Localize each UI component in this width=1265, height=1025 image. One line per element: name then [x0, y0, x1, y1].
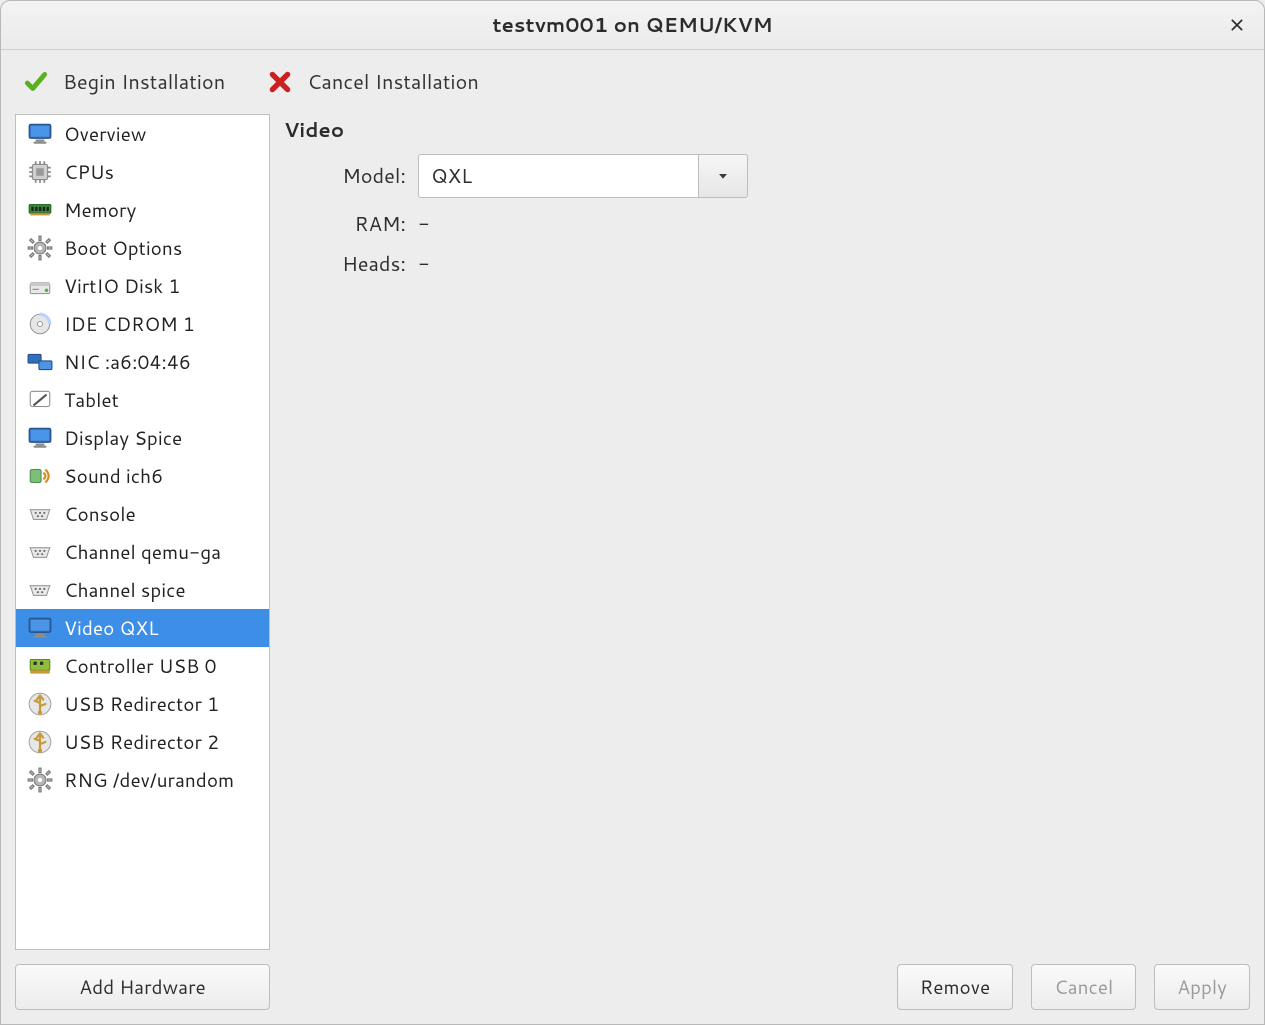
sidebar-item-label: NIC :a6:04:46: [64, 349, 191, 376]
sidebar-item-label: Video QXL: [64, 615, 159, 642]
monitor-icon: [26, 614, 54, 642]
details-footer: Remove Cancel Apply: [284, 950, 1250, 1010]
gear-icon: [26, 234, 54, 262]
sidebar-item-memory[interactable]: Memory: [16, 191, 269, 229]
sidebar-item-label: Channel spice: [64, 577, 186, 604]
serial-icon: [26, 500, 54, 528]
monitor-icon: [26, 424, 54, 452]
sidebar-item-label: Boot Options: [64, 235, 182, 262]
model-value: QXL: [418, 154, 698, 198]
sidebar-item-label: Overview: [64, 121, 146, 148]
disk-icon: [26, 272, 54, 300]
sidebar-item-label: Memory: [64, 197, 136, 224]
close-icon: [1229, 17, 1245, 33]
cdrom-icon: [26, 310, 54, 338]
video-form: Model: QXL RAM: - Heads: -: [308, 154, 1250, 278]
sidebar-item-channel-qemu-ga[interactable]: Channel qemu-ga: [16, 533, 269, 571]
gear-icon: [26, 766, 54, 794]
tablet-icon: [26, 386, 54, 414]
serial-icon: [26, 576, 54, 604]
sidebar-item-usb-redirector-2[interactable]: USB Redirector 2: [16, 723, 269, 761]
content: Overview CPUs Memory Boot Options VirtIO Dis…: [1, 114, 1264, 1024]
ram-label: RAM:: [308, 210, 418, 238]
add-hardware-button[interactable]: Add Hardware: [15, 964, 270, 1010]
remove-button[interactable]: Remove: [897, 964, 1013, 1010]
sidebar-item-display-spice[interactable]: Display Spice: [16, 419, 269, 457]
sidebar-item-boot-options[interactable]: Boot Options: [16, 229, 269, 267]
remove-label: Remove: [920, 974, 990, 1001]
apply-button[interactable]: Apply: [1154, 964, 1250, 1010]
ram-value: -: [418, 210, 748, 238]
install-toolbar: Begin Installation Cancel Installation: [1, 50, 1264, 114]
sound-icon: [26, 462, 54, 490]
sidebar-item-label: Sound ich6: [64, 463, 163, 490]
model-dropdown-button[interactable]: [698, 154, 748, 198]
sidebar-item-overview[interactable]: Overview: [16, 115, 269, 153]
hardware-list[interactable]: Overview CPUs Memory Boot Options VirtIO Dis…: [15, 114, 270, 950]
sidebar-item-rng-dev-urandom[interactable]: RNG /dev/urandom: [16, 761, 269, 799]
sidebar-item-virtio-disk-1[interactable]: VirtIO Disk 1: [16, 267, 269, 305]
sidebar-column: Overview CPUs Memory Boot Options VirtIO Dis…: [15, 114, 270, 1010]
sidebar-item-label: Display Spice: [64, 425, 182, 452]
sidebar-item-label: RNG /dev/urandom: [64, 767, 234, 794]
sidebar-item-label: Console: [64, 501, 136, 528]
sidebar-item-label: Tablet: [64, 387, 119, 414]
window-close-button[interactable]: [1224, 12, 1250, 38]
x-icon: [265, 67, 295, 97]
chevron-down-icon: [715, 168, 731, 184]
cancel-installation-button[interactable]: Cancel Installation: [265, 67, 479, 97]
add-hardware-label: Add Hardware: [79, 974, 206, 1001]
cancel-label: Cancel: [1054, 974, 1113, 1001]
sidebar-item-label: CPUs: [64, 159, 114, 186]
sidebar-item-ide-cdrom-1[interactable]: IDE CDROM 1: [16, 305, 269, 343]
section-title: Video: [284, 116, 1250, 144]
details-panel: Video Model: QXL RAM: - Heads: -: [284, 114, 1250, 1010]
controller-icon: [26, 652, 54, 680]
sidebar-item-video-qxl[interactable]: Video QXL: [16, 609, 269, 647]
sidebar-item-label: Controller USB 0: [64, 653, 217, 680]
memory-icon: [26, 196, 54, 224]
sidebar-item-label: Channel qemu-ga: [64, 539, 221, 566]
title-bar: testvm001 on QEMU/KVM: [1, 1, 1264, 50]
sidebar-item-channel-spice[interactable]: Channel spice: [16, 571, 269, 609]
sidebar-item-cpus[interactable]: CPUs: [16, 153, 269, 191]
sidebar-item-usb-redirector-1[interactable]: USB Redirector 1: [16, 685, 269, 723]
sidebar-item-label: IDE CDROM 1: [64, 311, 195, 338]
details-body: Video Model: QXL RAM: - Heads: -: [284, 114, 1250, 950]
usb-icon: [26, 728, 54, 756]
cpu-icon: [26, 158, 54, 186]
apply-label: Apply: [1177, 974, 1227, 1001]
sidebar-item-nic-a60446[interactable]: NIC :a6:04:46: [16, 343, 269, 381]
model-label: Model:: [308, 162, 418, 190]
model-combobox[interactable]: QXL: [418, 154, 748, 198]
heads-value: -: [418, 250, 748, 278]
sidebar-item-sound-ich6[interactable]: Sound ich6: [16, 457, 269, 495]
usb-icon: [26, 690, 54, 718]
window-title: testvm001 on QEMU/KVM: [492, 11, 772, 39]
sidebar-item-console[interactable]: Console: [16, 495, 269, 533]
sidebar-item-label: USB Redirector 2: [64, 729, 219, 756]
sidebar-item-label: USB Redirector 1: [64, 691, 219, 718]
monitor-icon: [26, 120, 54, 148]
vm-config-window: testvm001 on QEMU/KVM Begin Installation…: [0, 0, 1265, 1025]
sidebar-item-controller-usb-0[interactable]: Controller USB 0: [16, 647, 269, 685]
nic-icon: [26, 348, 54, 376]
begin-installation-label: Begin Installation: [63, 68, 225, 96]
check-icon: [21, 67, 51, 97]
cancel-button[interactable]: Cancel: [1031, 964, 1136, 1010]
heads-label: Heads:: [308, 250, 418, 278]
cancel-installation-label: Cancel Installation: [307, 68, 479, 96]
serial-icon: [26, 538, 54, 566]
sidebar-item-label: VirtIO Disk 1: [64, 273, 181, 300]
sidebar-item-tablet[interactable]: Tablet: [16, 381, 269, 419]
begin-installation-button[interactable]: Begin Installation: [21, 67, 225, 97]
